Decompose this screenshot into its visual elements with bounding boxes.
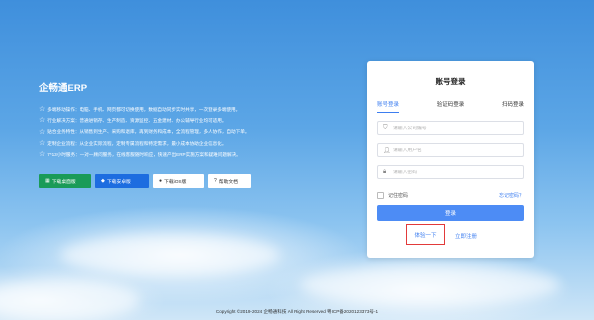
feature-item: ☆ 贴合业务特性：从销售到生产、采购和退库，再到财务和成本，全流程管理，多人协作，… [39,126,359,137]
remember-checkbox[interactable] [377,192,384,199]
star-icon: ☆ [39,139,46,147]
star-icon: ☆ [39,106,46,114]
lock-icon: 🔒︎ [383,168,387,175]
windows-icon: ▦ [45,178,50,185]
download-windows-label: 下载桌面版 [51,179,76,185]
login-tabs: 账号登录 验证码登录 扫码登录 [377,100,524,113]
tab-qr-login[interactable]: 扫码登录 [502,100,524,113]
brand-title: 企畅通ERP [39,83,88,94]
register-link[interactable]: 立即注册 [455,232,477,240]
cloud [300,265,560,305]
feature-text: 多端移动操作：电脑、手机、网页都可切换使用，数据自动同步实时共享，一次登录多端使… [47,107,241,112]
feature-text: 7*13小时服务：一对一顾问服务，在线客服随时响应，快速产出ERP实施方案和疑难… [47,151,241,157]
copyright-footer: Copyright ©2019-2024 企畅通科技 All Right Res… [215,309,379,314]
try-demo-button[interactable]: 体验一下 [406,224,445,245]
login-title: 账号登录 [435,77,466,86]
cloud [60,235,280,275]
tab-account-login[interactable]: 账号登录 [377,100,400,113]
feature-text: 贴合业务特性：从销售到生产、采购和退库，再到财务和成本，全流程管理，多人协作，自… [47,129,250,135]
download-android-button[interactable]: ◆ 下载安卓版 [95,174,149,189]
feature-text: 行业解决方案：普通进销存、生产制造、资源监控、五金建材、办公辅导行业均可适用。 [47,118,227,124]
intro-panel: 企畅通ERP ☆ 多端移动操作：电脑、手机、网页都可切换使用，数据自动同步实时共享… [39,80,359,189]
download-android-label: 下载安卓版 [106,179,131,185]
download-ios-button[interactable]: ● 下载iOS版 [153,174,204,189]
help-docs-label: 帮助文档 [218,179,238,185]
tab-code-login[interactable]: 验证码登录 [437,100,465,113]
company-input[interactable] [393,125,513,131]
company-field: ⛉ [377,121,524,135]
remember-label: 记住密码 [388,193,409,199]
star-icon: ☆ [39,128,46,136]
apple-icon: ● [159,178,163,185]
android-icon: ◆ [101,178,105,185]
password-field: 🔒︎ [377,165,524,179]
password-input[interactable] [393,169,513,175]
remember-password[interactable]: 记住密码 [377,192,408,199]
feature-item: ☆ 7*13小时服务：一对一顾问服务，在线客服随时响应，快速产出ERP实施方案和疑… [39,149,359,160]
user-field: 👤︎ [377,143,524,157]
feature-text: 定制企业流程：从企业实际流程，定制专属流程和特定需求，最小成本协助企业信息化。 [47,140,227,146]
shield-icon: ⛉ [383,124,388,131]
user-icon: 👤︎ [383,147,391,154]
download-ios-label: 下载iOS版 [164,179,187,185]
forgot-password-link[interactable]: 忘记密码？ [499,192,524,199]
star-icon: ☆ [39,117,46,125]
download-windows-button[interactable]: ▦ 下载桌面版 [39,174,91,189]
login-button[interactable]: 登录 [377,205,524,221]
star-icon: ☆ [39,150,46,158]
feature-item: ☆ 行业解决方案：普通进销存、生产制造、资源监控、五金建材、办公辅导行业均可适用。 [39,115,359,126]
help-docs-button[interactable]: ? 帮助文档 [208,174,251,189]
download-buttons: ▦ 下载桌面版 ◆ 下载安卓版 ● 下载iOS版 ? 帮助文档 [39,174,359,189]
feature-item: ☆ 定制企业流程：从企业实际流程，定制专属流程和特定需求，最小成本协助企业信息化。 [39,138,359,149]
help-icon: ? [214,178,217,185]
username-input[interactable] [393,147,513,153]
login-card: 账号登录 账号登录 验证码登录 扫码登录 ⛉ 👤︎ 🔒︎ 记住密码 忘记密码？ … [367,61,534,258]
try-demo-label: 体验一下 [414,232,437,239]
feature-item: ☆ 多端移动操作：电脑、手机、网页都可切换使用，数据自动同步实时共享，一次登录多端… [39,104,359,115]
